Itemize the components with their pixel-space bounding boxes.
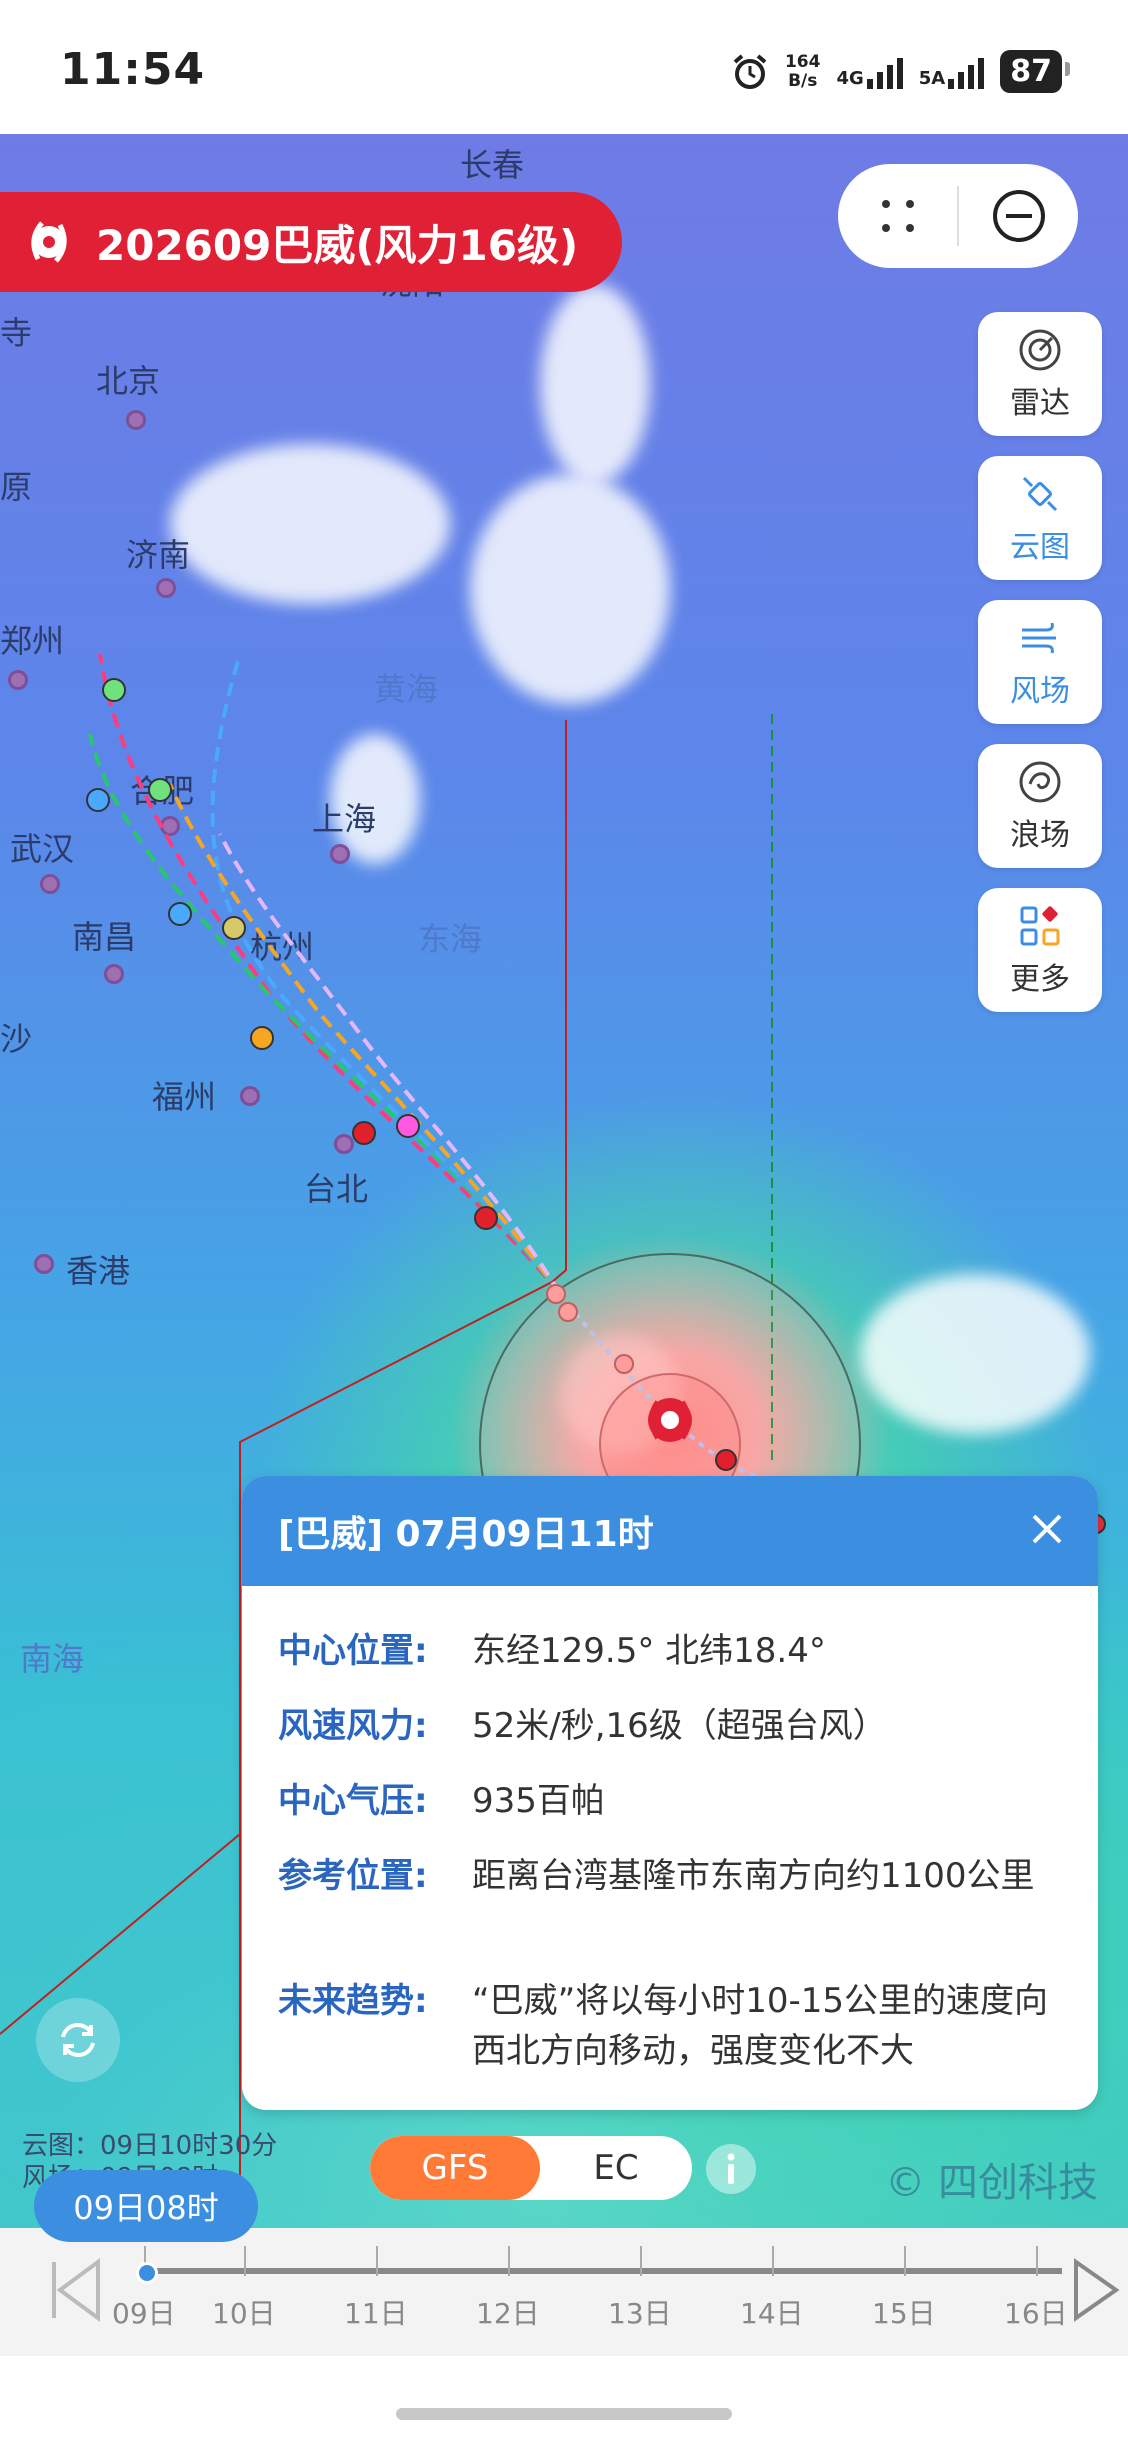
status-bar: 11:54 164 B/s 4G 5A 87 <box>0 0 1128 134</box>
refresh-button[interactable] <box>36 1998 120 2082</box>
warning-line-48h <box>0 1833 241 2035</box>
layer-button-wave[interactable]: 浪场 <box>978 744 1102 868</box>
forecast-track <box>210 653 562 1296</box>
copyright: © 四创科技 <box>885 2160 1098 2206</box>
battery-indicator: 87 <box>1000 50 1070 93</box>
typhoon-name-badge[interactable]: 202609巴威(风力16级) <box>0 192 622 292</box>
typhoon-icon <box>31 221 67 263</box>
signal-bars-icon <box>948 55 985 89</box>
layer-button-label: 风场 <box>1010 674 1070 709</box>
radar-icon <box>1019 329 1061 371</box>
layer-button-radar[interactable]: 雷达 <box>978 312 1102 436</box>
typhoon-badge-label: 202609巴威(风力16级) <box>96 220 579 270</box>
info-value: “巴威”将以每小时10-15公里的速度向西北方向移动，强度变化不大 <box>472 1981 1049 2071</box>
info-icon[interactable] <box>704 2142 758 2196</box>
info-row-pressure: 中心气压: 935百帕 <box>278 1776 1052 1826</box>
layer-button-label: 雷达 <box>1010 386 1070 421</box>
system-nav-bar <box>0 2356 1128 2444</box>
info-key: 中心气压: <box>278 1781 428 1821</box>
model-ec-button[interactable]: EC <box>540 2136 692 2200</box>
timeline-current-time: 09日08时 <box>34 2170 258 2242</box>
sim2-signal: 5A <box>919 55 985 89</box>
info-value: 52米/秒,16级（超强台风） <box>472 1706 887 1746</box>
model-gfs-button[interactable]: GFS <box>370 2136 540 2200</box>
status-time: 11:54 <box>60 44 206 95</box>
play-forward-icon[interactable] <box>1070 2258 1122 2322</box>
info-key: 中心位置: <box>278 1631 428 1671</box>
typhoon-center-icon[interactable] <box>638 1388 702 1452</box>
satellite-icon <box>1022 476 1058 512</box>
info-row-reference: 参考位置: 距离台湾基隆市东南方向约1100公里 <box>278 1851 1052 1901</box>
more-grid-icon <box>1020 906 1060 946</box>
timeline-day-label: 12日 <box>476 2297 540 2330</box>
timeline-day-label: 14日 <box>740 2297 804 2330</box>
info-value: 东经129.5° 北纬18.4° <box>472 1631 826 1671</box>
home-indicator[interactable] <box>396 2408 732 2420</box>
signal-bars-icon <box>866 55 903 89</box>
status-icons: 164 B/s 4G 5A 87 <box>731 50 1070 93</box>
timeline: 09日 10日 11日 12日 13日 14日 15日 16日 <box>0 2228 1128 2356</box>
forecast-track <box>218 833 562 1296</box>
layer-button-label: 云图 <box>1010 530 1070 565</box>
fit-view-button[interactable] <box>838 194 957 238</box>
layer-button-wind[interactable]: 风场 <box>978 600 1102 724</box>
model-switch: GFS EC <box>370 2136 692 2200</box>
wave-icon <box>1019 761 1061 803</box>
info-key: 参考位置: <box>278 1856 428 1896</box>
timeline-day-label: 13日 <box>608 2297 672 2330</box>
play-back-icon[interactable] <box>48 2258 104 2322</box>
info-row-wind: 风速风力: 52米/秒,16级（超强台风） <box>278 1701 1052 1751</box>
layer-button-label: 更多 <box>1010 962 1070 997</box>
refresh-icon <box>61 2022 95 2058</box>
alarm-icon <box>733 53 767 89</box>
layer-button-satellite[interactable]: 云图 <box>978 456 1102 580</box>
layer-button-more[interactable]: 更多 <box>978 888 1102 1012</box>
timeline-handle[interactable] <box>136 2262 158 2284</box>
info-value: 距离台湾基隆市东南方向约1100公里 <box>472 1856 1035 1896</box>
typhoon-info-popup: [巴威] 07月09日11时 中心位置: 东经129.5° 北纬18.4° 风速… <box>242 1476 1098 2110</box>
net-speed: 164 B/s <box>784 51 821 91</box>
timeline-day-label: 11日 <box>344 2297 408 2330</box>
minus-circle-icon <box>992 190 1045 242</box>
zoom-out-button[interactable] <box>959 188 1078 244</box>
dots-grid-icon <box>881 200 914 232</box>
timeline-track[interactable] <box>140 2268 1062 2274</box>
timeline-day-label: 10日 <box>212 2297 276 2330</box>
sim1-signal: 4G <box>836 55 903 89</box>
wind-icon <box>1022 622 1056 654</box>
timeline-day-label: 16日 <box>1004 2297 1068 2330</box>
close-icon[interactable] <box>1024 1506 1070 1552</box>
cloud-time: 云图：09日10时30分 <box>22 2131 278 2161</box>
layer-button-label: 浪场 <box>1010 818 1070 853</box>
timeline-day-label: 15日 <box>872 2297 936 2330</box>
info-value: 935百帕 <box>472 1781 605 1821</box>
map-view-control <box>838 164 1078 268</box>
info-key: 未来趋势: <box>278 1981 428 2021</box>
popup-title: [巴威] 07月09日11时 <box>278 1514 654 1555</box>
info-row-position: 中心位置: 东经129.5° 北纬18.4° <box>278 1626 1052 1676</box>
info-key: 风速风力: <box>278 1706 428 1746</box>
info-row-trend: 未来趋势: “巴威”将以每小时10-15公里的速度向西北方向移动，强度变化不大 <box>278 1976 1052 2076</box>
timeline-day-label: 09日 <box>112 2297 176 2330</box>
popup-header: [巴威] 07月09日11时 <box>242 1476 1098 1586</box>
